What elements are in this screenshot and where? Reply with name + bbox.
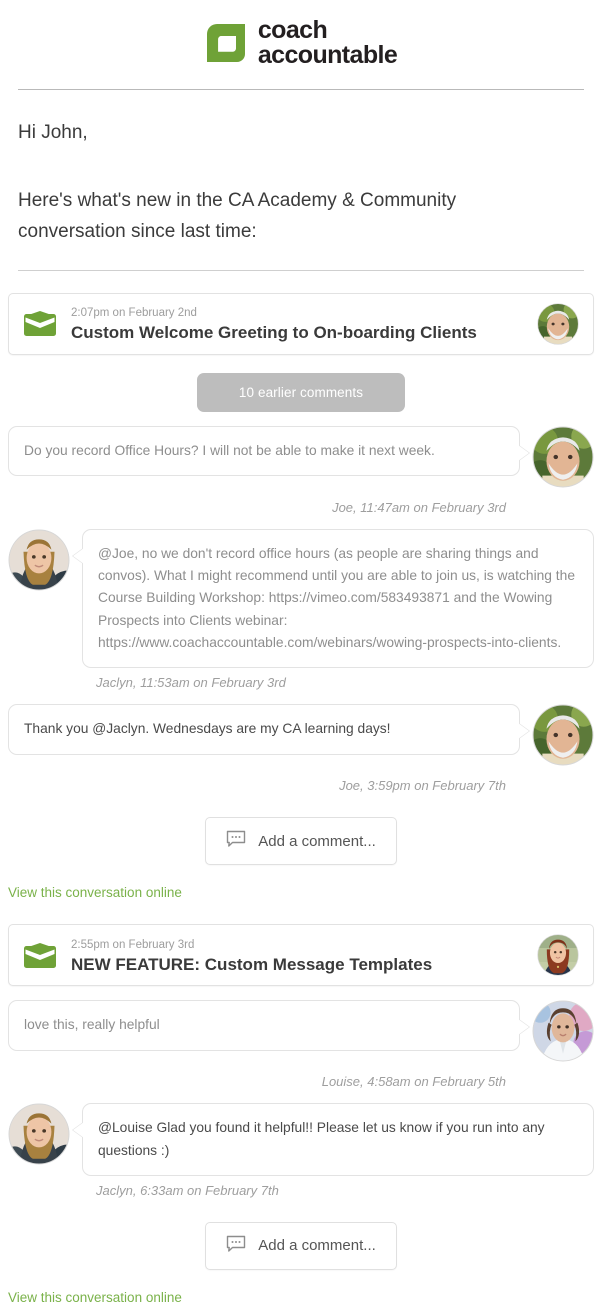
intro-section: Hi John, Here's what's new in the CA Aca… xyxy=(0,122,602,248)
leaf-mark-icon xyxy=(205,22,247,64)
comment-bubble: Thank you @Jaclyn. Wednesdays are my CA … xyxy=(8,704,530,755)
comment-bubble: love this, really helpful xyxy=(8,1000,530,1051)
comment-byline: Joe, 3:59pm on February 7th xyxy=(339,778,506,794)
joe-avatar xyxy=(532,704,594,771)
comment-bubble: @Joe, no we don't record office hours (a… xyxy=(72,528,594,669)
comment-bubble: @Louise Glad you found it helpful!! Plea… xyxy=(72,1103,594,1176)
view-conversation-online-link[interactable]: View this conversation online xyxy=(8,885,182,900)
comment-byline: Jaclyn, 6:33am on February 7th xyxy=(96,1182,279,1198)
email-header: coach accountable xyxy=(0,0,602,67)
jaclyn-avatar xyxy=(8,1103,70,1170)
add-comment-row: Add a comment... xyxy=(0,1221,602,1270)
conversations-list: 2:07pm on February 2nd Custom Welcome Gre… xyxy=(0,292,602,1307)
comment: Thank you @Jaclyn. Wednesdays are my CA … xyxy=(0,704,602,793)
conversation-header[interactable]: 2:55pm on February 3rd NEW FEATURE: Custo… xyxy=(8,924,594,987)
comment-bubble-icon xyxy=(226,1235,246,1257)
brand-logo: coach accountable xyxy=(205,16,398,69)
intro-lead-text: Here's what's new in the CA Academy & Co… xyxy=(18,190,457,242)
conversation-timestamp: 2:55pm on February 3rd xyxy=(71,938,195,951)
redhead-avatar xyxy=(537,934,579,976)
add-comment-label: Add a comment... xyxy=(258,832,376,850)
conversation-header[interactable]: 2:07pm on February 2nd Custom Welcome Gre… xyxy=(8,292,594,355)
conversation-meta: 2:55pm on February 3rd NEW FEATURE: Custo… xyxy=(71,935,527,976)
add-comment-row: Add a comment... xyxy=(0,817,602,866)
intro-divider xyxy=(18,269,584,271)
logo-line-1: coach xyxy=(257,16,328,44)
greeting-text: Hi John, xyxy=(18,122,88,143)
joe-avatar xyxy=(532,426,594,493)
comment: @Louise Glad you found it helpful!! Plea… xyxy=(0,1103,602,1198)
add-comment-button[interactable]: Add a comment... xyxy=(205,817,397,866)
jaclyn-avatar xyxy=(8,529,70,596)
conversation-timestamp: 2:07pm on February 2nd xyxy=(71,306,197,319)
add-comment-button[interactable]: Add a comment... xyxy=(205,1221,397,1270)
conversation-title: NEW FEATURE: Custom Message Templates xyxy=(71,954,433,974)
comment-bubble-icon xyxy=(226,830,246,852)
brand-wordmark: coach accountable xyxy=(257,16,398,69)
conversation-block: 2:55pm on February 3rd NEW FEATURE: Custo… xyxy=(0,924,602,1307)
logo-line-2: accountable xyxy=(257,40,398,69)
conversation-block: 2:07pm on February 2nd Custom Welcome Gre… xyxy=(0,292,602,903)
comment-byline: Louise, 4:58am on February 5th xyxy=(321,1074,506,1090)
louise-avatar xyxy=(532,1000,594,1067)
conversation-meta: 2:07pm on February 2nd Custom Welcome Gre… xyxy=(71,303,527,344)
comment: Do you record Office Hours? I will not b… xyxy=(0,425,602,515)
conversation-title: Custom Welcome Greeting to On-boarding C… xyxy=(71,322,477,342)
earlier-comments-button[interactable]: 10 earlier comments xyxy=(196,372,406,412)
envelope-icon xyxy=(23,942,57,969)
comment-byline: Jaclyn, 11:53am on February 3rd xyxy=(96,675,286,691)
add-comment-label: Add a comment... xyxy=(258,1237,376,1255)
view-conversation-online-link[interactable]: View this conversation online xyxy=(8,1290,182,1305)
earlier-comments-row: 10 earlier comments xyxy=(0,372,602,412)
joe-avatar xyxy=(537,302,579,345)
comment: @Joe, no we don't record office hours (a… xyxy=(0,528,602,691)
comment-byline: Joe, 11:47am on February 3rd xyxy=(332,499,506,515)
envelope-icon xyxy=(23,310,57,337)
comment: love this, really helpful Louise, 4:58am … xyxy=(0,1000,602,1089)
comment-bubble: Do you record Office Hours? I will not b… xyxy=(8,425,530,476)
header-divider xyxy=(18,89,584,90)
